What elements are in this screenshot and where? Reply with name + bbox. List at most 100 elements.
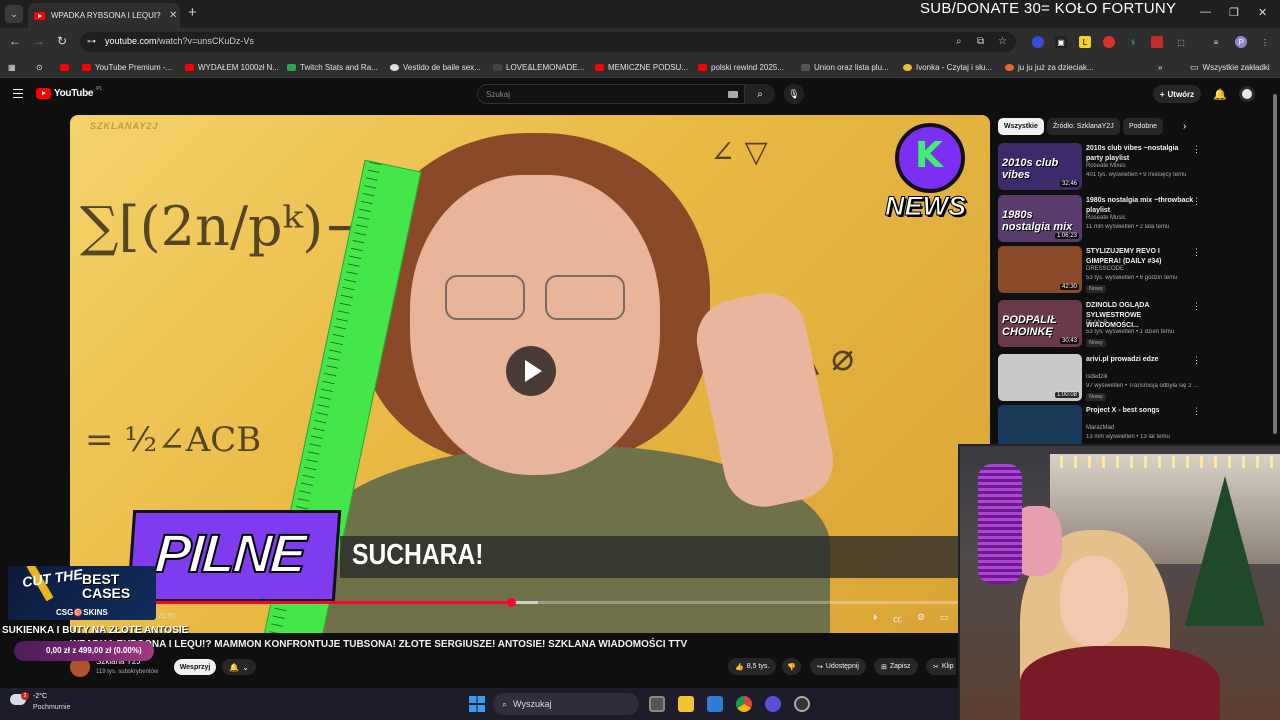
apps-grid-icon[interactable]: ▦ bbox=[8, 61, 16, 73]
video-thumbnail[interactable]: 1980s nostalgia mix 1:06:23 bbox=[998, 195, 1082, 242]
share-button[interactable]: ↪ Udostępnij bbox=[810, 658, 866, 675]
more-options-icon[interactable]: ⋮ bbox=[1192, 247, 1201, 258]
app-icon[interactable] bbox=[794, 696, 810, 712]
youtube-logo[interactable]: YouTube PL bbox=[36, 86, 102, 99]
video-progress-bar[interactable] bbox=[70, 598, 970, 607]
more-options-icon[interactable]: ⋮ bbox=[1192, 196, 1201, 207]
window-maximize-button[interactable]: ❐ bbox=[1229, 6, 1239, 19]
save-button[interactable]: ⊞ Zapisz bbox=[874, 658, 918, 675]
tab-groups-icon[interactable]: ≡ bbox=[1210, 36, 1222, 48]
windows-start-icon[interactable] bbox=[469, 696, 485, 712]
more-options-icon[interactable]: ⋮ bbox=[1192, 406, 1201, 417]
menu-hamburger-icon[interactable] bbox=[13, 89, 23, 98]
bookmarks-overflow-button[interactable]: » bbox=[1158, 61, 1162, 73]
recommendation-channel[interactable]: PLAN B bbox=[1086, 320, 1107, 326]
taskbar-search-input[interactable]: ⌕ Wyszukaj bbox=[493, 693, 639, 715]
install-app-icon[interactable]: ⧉ bbox=[977, 36, 984, 47]
search-button[interactable]: ⌕ bbox=[745, 84, 775, 104]
extension-3-icon[interactable]: L bbox=[1079, 36, 1091, 48]
miniplayer-icon[interactable]: ▭ bbox=[940, 612, 949, 623]
video-thumbnail[interactable]: PODPALIŁ CHOINKĘ 30:43 bbox=[998, 300, 1082, 347]
browser-tab-active[interactable]: WPADKA RYBSONA I LEQUI? MAMMON ✕ bbox=[28, 3, 180, 28]
extension-6-icon[interactable] bbox=[1151, 36, 1163, 48]
bookmark-item[interactable]: ju ju już za dzieciak... bbox=[1005, 61, 1094, 73]
video-thumbnail[interactable]: 42:30 bbox=[998, 246, 1082, 293]
scrollbar-thumb[interactable] bbox=[1273, 94, 1277, 434]
recommendation-channel[interactable]: Roseate Music bbox=[1086, 215, 1126, 221]
recommendation-channel[interactable]: MarazMad bbox=[1086, 425, 1114, 431]
recommendation-item[interactable]: 1:00:08 arivi.pl prowadzi edze isdedzik 97 … bbox=[998, 354, 1270, 404]
bookmark-item[interactable]: Twitch Stats and Ra... bbox=[287, 61, 378, 73]
clip-button[interactable]: ✂ Klip bbox=[926, 658, 956, 675]
profile-avatar[interactable]: P bbox=[1235, 36, 1247, 48]
obs-icon[interactable] bbox=[765, 696, 781, 712]
bookmark-item[interactable]: polski rewind 2025... bbox=[698, 61, 784, 73]
tab-close-button[interactable]: ✕ bbox=[169, 10, 177, 21]
new-tab-button[interactable]: + bbox=[188, 5, 197, 21]
all-bookmarks-folder[interactable]: ▭ Wszystkie zakładki bbox=[1190, 61, 1270, 73]
recommendation-channel[interactable]: DRESSCODE bbox=[1086, 266, 1124, 272]
more-options-icon[interactable]: ⋮ bbox=[1192, 355, 1201, 366]
recommendation-title[interactable]: arivi.pl prowadzi edze bbox=[1086, 355, 1196, 365]
video-thumbnail[interactable]: 1:00:08 bbox=[998, 354, 1082, 401]
autoplay-toggle-icon[interactable]: ⏵ bbox=[873, 612, 878, 623]
bookmark-item[interactable]: MEMICZNE PODSU... bbox=[595, 61, 688, 73]
recommendation-channel[interactable]: Roseate Mixes bbox=[1086, 163, 1126, 169]
support-button[interactable]: Wesprzyj bbox=[174, 659, 216, 675]
recommendation-item[interactable]: 42:30 STYLIZUJEMY REVO I GIMPERA! (DAILY … bbox=[998, 246, 1270, 296]
window-close-button[interactable]: ✕ bbox=[1258, 6, 1267, 19]
create-button[interactable]: + Utwórz bbox=[1153, 85, 1201, 103]
chip-related[interactable]: Podobne bbox=[1123, 118, 1164, 135]
recommendation-item[interactable]: PODPALIŁ CHOINKĘ 30:43 DZINOLD OGLĄDA SYLW… bbox=[998, 300, 1270, 350]
browser-menu-icon[interactable]: ⋮ bbox=[1259, 36, 1271, 48]
chrome-icon[interactable] bbox=[736, 696, 752, 712]
extension-4-icon[interactable] bbox=[1103, 36, 1115, 48]
microsoft-store-icon[interactable] bbox=[707, 696, 723, 712]
recommendation-title[interactable]: 2010s club vibes ~nostalgia party playli… bbox=[1086, 144, 1196, 164]
task-view-icon[interactable] bbox=[649, 696, 665, 712]
bookmark-item[interactable]: Vestido de baile sex... bbox=[390, 61, 481, 73]
bookmark-item[interactable]: LOVE&LEMONADE... bbox=[493, 61, 584, 73]
reload-icon[interactable]: ↻ bbox=[57, 34, 67, 48]
recommendation-title[interactable]: 1980s nostalgia mix ~throwback playlist bbox=[1086, 196, 1196, 216]
recommendation-title[interactable]: DZINOLD OGLĄDA SYLWESTROWE WIADOMOŚCI... bbox=[1086, 301, 1196, 331]
subscription-bell-button[interactable]: 🔔 ⌄ bbox=[222, 659, 256, 675]
weather-temperature[interactable]: -2°C bbox=[33, 693, 47, 700]
play-button[interactable] bbox=[506, 346, 556, 396]
chevron-right-icon[interactable]: › bbox=[1183, 121, 1186, 132]
subtitles-icon[interactable]: ㏄ bbox=[893, 612, 902, 625]
chip-all[interactable]: Wszystkie bbox=[998, 118, 1044, 135]
bookmark-youtube-icon[interactable] bbox=[60, 61, 69, 73]
keyboard-icon[interactable] bbox=[728, 91, 738, 98]
zoom-icon[interactable]: ⌕ bbox=[956, 36, 962, 47]
account-avatar[interactable] bbox=[1239, 86, 1255, 102]
notifications-bell-icon[interactable]: 🔔 bbox=[1213, 88, 1227, 101]
extension-1-icon[interactable] bbox=[1032, 36, 1044, 48]
forward-arrow-icon[interactable]: → bbox=[33, 34, 45, 48]
chip-source[interactable]: Źródło: SzklanaY2J bbox=[1047, 118, 1120, 135]
extensions-puzzle-icon[interactable]: ⬚ bbox=[1175, 36, 1187, 48]
extension-5-icon[interactable]: ⚕ bbox=[1127, 36, 1139, 48]
voice-search-mic-icon[interactable]: 🎙 bbox=[784, 84, 804, 104]
bookmark-item[interactable]: WYDAŁEM 1000zł N... bbox=[185, 61, 279, 73]
recommendation-channel[interactable]: isdedzik bbox=[1086, 374, 1108, 380]
address-bar[interactable]: ⊶ youtube.com/watch?v=unsCKuDz-Vs ⌕ ⧉ ☆ bbox=[80, 32, 1016, 52]
more-options-icon[interactable]: ⋮ bbox=[1192, 144, 1201, 155]
bookmark-item[interactable]: Ivonka - Czytaj i słu... bbox=[903, 61, 992, 73]
settings-gear-icon[interactable]: ⚙ bbox=[917, 612, 925, 623]
video-player[interactable]: ∑[(2n/pᵏ)−(n/2)] = ½∠ACB ∠ ▽ △ ⌀ SZKLANA… bbox=[70, 115, 990, 633]
bookmark-item[interactable]: YouTube Premium -... bbox=[82, 61, 172, 73]
more-options-icon[interactable]: ⋮ bbox=[1192, 301, 1201, 312]
site-info-icon[interactable]: ⊶ bbox=[87, 36, 96, 47]
recommendation-title[interactable]: Project X - best songs bbox=[1086, 406, 1196, 416]
scrollbar[interactable] bbox=[1272, 88, 1278, 443]
weather-description[interactable]: Pochmurnie bbox=[33, 704, 70, 711]
file-explorer-icon[interactable] bbox=[678, 696, 694, 712]
video-thumbnail[interactable]: 2010s club vibes 32:46 bbox=[998, 143, 1082, 190]
bookmark-folder-icon[interactable]: ⊙ bbox=[36, 61, 43, 73]
like-button[interactable]: 👍 8,5 tys. bbox=[728, 658, 777, 675]
recommendation-item[interactable]: 2010s club vibes 32:46 2010s club vibes ~n… bbox=[998, 143, 1270, 193]
extension-2-icon[interactable]: ▣ bbox=[1055, 36, 1067, 48]
bookmark-item[interactable]: Union oraz lista plu... bbox=[801, 61, 889, 73]
window-minimize-button[interactable]: — bbox=[1200, 6, 1211, 18]
